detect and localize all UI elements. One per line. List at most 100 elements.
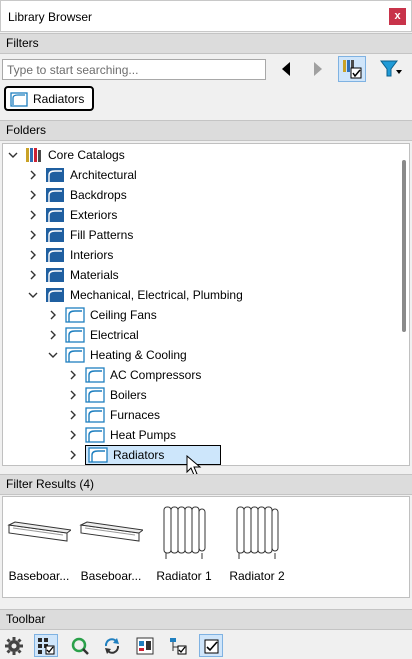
tree-row[interactable]: Backdrops [27,185,127,205]
refresh-search-icon [71,637,89,655]
chevron-right-icon[interactable] [67,389,79,401]
sync-icon [104,637,120,654]
chevron-down-icon[interactable] [7,149,19,161]
title-bar: Library Browser x [0,0,412,32]
tree-checklist-button[interactable] [166,634,190,657]
tree-row-label: Electrical [90,328,139,342]
chevron-right-icon[interactable] [27,249,39,261]
folder-light-icon [85,367,105,383]
tree-row[interactable]: Heating & Cooling [47,345,187,365]
tree-row[interactable]: Exteriors [27,205,117,225]
result-item-label: Radiator 1 [156,569,212,583]
folder-dark-icon [45,287,65,303]
result-item[interactable]: Baseboar... [75,497,147,597]
settings-button[interactable] [2,634,26,657]
filter-view-toggle-button[interactable] [338,56,366,82]
tree-row-label: Backdrops [70,188,127,202]
chevron-right-icon[interactable] [47,329,59,341]
back-button[interactable] [276,58,296,80]
tree-row-label: Exteriors [70,208,118,222]
tree-row-label: Radiators [113,448,165,462]
tree-row[interactable]: Heat Pumps [67,425,176,445]
tree-row[interactable]: AC Compressors [67,365,201,385]
filter-results-panel: Baseboar... Baseboar... Radiator 1 Radiator… [2,496,410,598]
tree-row-label: Materials [70,268,119,282]
radiator-folder-icon [10,91,28,107]
tree-row-label: Ceiling Fans [90,308,157,322]
chevron-right-icon[interactable] [27,209,39,221]
tree-row-label: Heat Pumps [110,428,177,442]
chevron-right-icon[interactable] [27,269,39,281]
folder-light-icon [85,427,105,443]
tree-row-label: Architectural [70,168,137,182]
arrow-right-icon [314,62,322,76]
chevron-right-icon[interactable] [27,229,39,241]
filter-results-header: Filter Results (4) [0,474,412,495]
close-button[interactable]: x [389,8,406,25]
folder-tree[interactable]: Core Catalogs Architectural Backdrops Exter… [2,143,410,466]
tree-row[interactable]: Boilers [67,385,147,405]
tree-row-label: Boilers [110,388,147,402]
radiator-icon [221,501,293,563]
tree-row-label: Interiors [70,248,114,262]
grid-view-button[interactable] [34,634,58,657]
tree-row-label: Furnaces [110,408,161,422]
search-input[interactable] [2,59,266,80]
tree-row[interactable]: Fill Patterns [27,225,133,245]
result-item[interactable]: Radiator 1 [148,497,220,597]
sync-button[interactable] [100,634,124,657]
folder-light-icon [65,307,85,323]
chevron-right-icon[interactable] [67,369,79,381]
funnel-icon [380,60,402,77]
filters-header: Filters [0,33,412,54]
chevron-right-icon[interactable] [67,449,79,461]
folder-light-icon [85,407,105,423]
filter-dropdown-button[interactable] [372,58,410,80]
properties-icon [136,637,154,654]
tree-check-icon [170,637,187,654]
chevron-right-icon[interactable] [47,309,59,321]
radiator-icon [148,501,220,563]
folder-dark-icon [45,267,65,283]
bottom-toolbar [0,631,412,659]
result-item[interactable]: Baseboar... [3,497,75,597]
result-item-label: Radiator 2 [229,569,285,583]
checkbox-check-icon [204,639,219,653]
chevron-right-icon[interactable] [27,189,39,201]
checklist-toggle-button[interactable] [199,634,223,657]
folder-light-icon [65,347,85,363]
catalog-books-icon [25,147,43,163]
tree-row[interactable]: Materials [27,265,119,285]
grid-check-icon [38,637,55,654]
gear-icon [5,636,23,655]
chevron-right-icon[interactable] [67,429,79,441]
chevron-down-icon[interactable] [47,349,59,361]
tree-row-label: Mechanical, Electrical, Plumbing [70,288,243,302]
properties-button[interactable] [133,634,157,657]
tree-row-label: Fill Patterns [70,228,134,242]
tree-row-label: Heating & Cooling [90,348,187,362]
tree-row[interactable]: Interiors [27,245,113,265]
folder-dark-icon [45,207,65,223]
filter-chip-label: Radiators [33,91,85,106]
filter-chip-radiators[interactable]: Radiators [4,86,95,111]
tree-row[interactable]: Ceiling Fans [47,305,157,325]
folder-dark-icon [45,167,65,183]
folder-light-icon [85,387,105,403]
result-item[interactable]: Radiator 2 [221,497,293,597]
tree-row[interactable]: Furnaces [67,405,160,425]
folder-dark-icon [45,227,65,243]
search-refresh-button[interactable] [68,634,92,657]
tree-row[interactable]: Electrical [47,325,139,345]
forward-button[interactable] [308,58,328,80]
chevron-right-icon[interactable] [67,409,79,421]
chevron-down-icon[interactable] [27,289,39,301]
tree-row[interactable]: Mechanical, Electrical, Plumbing [27,285,243,305]
tree-row[interactable]: Core Catalogs [7,145,125,165]
toolbar-header: Toolbar [0,609,412,630]
tree-row[interactable]: Architectural [27,165,137,185]
chevron-right-icon[interactable] [27,169,39,181]
tree-scrollbar[interactable] [402,160,406,332]
tree-row-label: Core Catalogs [48,148,125,162]
folder-light-icon [88,447,108,463]
